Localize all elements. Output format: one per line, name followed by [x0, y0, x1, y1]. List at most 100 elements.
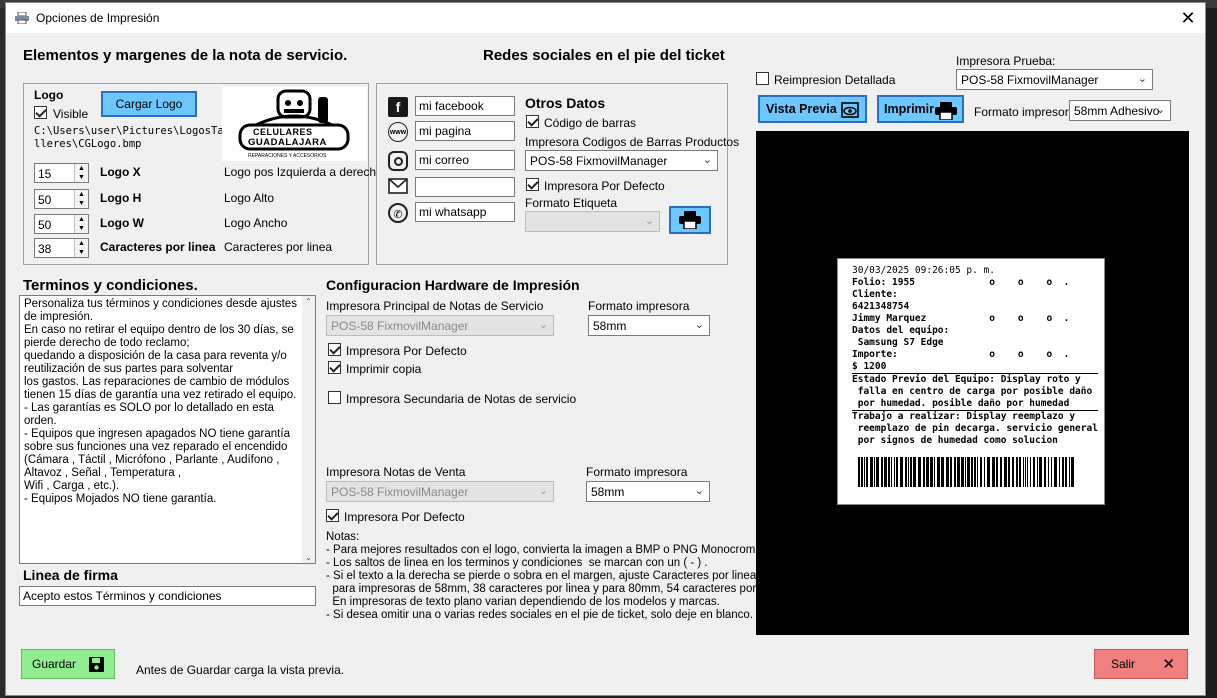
ticket-line: Cliente: — [852, 289, 898, 300]
preview-button[interactable]: Vista Previa — [758, 95, 867, 123]
save-button[interactable]: Guardar — [21, 649, 115, 679]
sales-default-checkbox[interactable] — [326, 509, 339, 522]
barcode-bar — [930, 457, 933, 487]
preview-button-label: Vista Previa — [766, 102, 837, 116]
signature-input[interactable]: Acepto estos Términos y condiciones — [19, 586, 316, 606]
barcode-bar — [954, 457, 956, 487]
barcode-bar — [910, 457, 912, 487]
barcode-bar — [861, 457, 863, 487]
test-printer-label: Impresora Prueba: — [956, 54, 1056, 68]
other-data-heading: Otros Datos — [525, 95, 606, 111]
barcode-bar — [1004, 457, 1007, 487]
ticket-line: 30/03/2025 09:26:05 p. m. — [852, 265, 995, 276]
barcode-bar — [1012, 457, 1014, 487]
logo-x-spinner[interactable]: 15 ▲ ▼ — [34, 163, 89, 183]
logo-x-label: Logo X — [100, 165, 141, 179]
barcode-bar — [913, 457, 916, 487]
exit-button[interactable]: Salir ✕ — [1094, 649, 1188, 679]
instagram-input[interactable]: mi correo — [415, 150, 515, 170]
notes-text: Notas: - Para mejores resultados con el … — [326, 531, 787, 621]
ticket-line: Trabajo a realizar: Display reemplazo y — [852, 410, 1098, 423]
barcode-bar — [980, 457, 982, 487]
title-bar: Opciones de Impresión ✕ — [6, 3, 1205, 33]
preview-format-select[interactable]: 58mm Adhesivo ⌄ — [1069, 100, 1171, 121]
logo-w-spinner[interactable]: 50 ▲ ▼ — [34, 214, 89, 234]
chevron-down-icon: ⌄ — [702, 154, 712, 166]
barcode-bar — [1030, 457, 1031, 487]
barcode-bar — [866, 457, 868, 487]
eye-icon — [841, 102, 859, 118]
barcode-bar — [1051, 457, 1052, 487]
terms-textarea[interactable]: Personaliza tus términos y condiciones d… — [19, 295, 316, 564]
sales-format-select[interactable]: 58mm ⌄ — [586, 481, 710, 502]
barcode-bar — [1025, 457, 1026, 487]
signature-heading: Linea de firma — [23, 567, 118, 583]
logo-text-line2: GUADALAJARA — [248, 137, 327, 148]
ticket-line: Estado Previo del Equipo: Display roto y — [852, 373, 1098, 386]
label-format-select[interactable]: ⌄ — [525, 211, 660, 232]
main-printer-select[interactable]: POS-58 FixmovilManager ⌄ — [326, 315, 554, 336]
ticket-line: Importe: o o o . — [852, 349, 1070, 360]
chevron-down-icon: ⌄ — [538, 485, 548, 497]
chars-per-line-hint: Caracteres por linea — [224, 240, 333, 254]
logo-visible-label: Visible — [53, 107, 89, 121]
test-printer-select[interactable]: POS-58 FixmovilManager ⌄ — [956, 69, 1153, 90]
barcode-printer-label: Impresora Codigos de Barras Productos — [525, 135, 740, 149]
barcode-bar — [864, 457, 865, 487]
barcode-label: Código de barras — [544, 116, 637, 130]
ticket-line: 6421348754 — [852, 301, 910, 312]
save-hint: Antes de Guardar carga la vista previa. — [136, 663, 345, 677]
logo-group: Logo Visible Cargar Logo C:\Users\user\P… — [23, 83, 383, 265]
terms-scrollbar[interactable]: ⌃ ⌄ — [302, 296, 315, 563]
detailed-reprint-checkbox[interactable] — [756, 72, 769, 85]
barcode-bar — [926, 457, 929, 487]
floppy-disk-icon — [89, 657, 104, 672]
barcode-bar — [874, 457, 875, 487]
logo-h-label: Logo H — [100, 191, 142, 205]
close-button[interactable]: ✕ — [1177, 7, 1199, 29]
logo-text-line3: REPARACIONES Y ACCESORIOS — [248, 153, 327, 159]
barcode-bar — [1016, 457, 1018, 487]
barcode-bar — [896, 457, 898, 487]
facebook-input[interactable]: mi facebook — [415, 96, 515, 116]
barcode-bar — [1044, 457, 1046, 487]
printer-icon — [679, 211, 701, 229]
barcode-bar — [1054, 457, 1057, 487]
email-input[interactable] — [415, 177, 515, 197]
logo-h-spinner[interactable]: 50 ▲ ▼ — [34, 189, 89, 209]
barcode-bar — [974, 457, 976, 487]
secondary-printer-label: Impresora Secundaria de Notas de servici… — [346, 392, 577, 406]
load-logo-button[interactable]: Cargar Logo — [101, 91, 197, 117]
logo-visible-checkbox[interactable] — [34, 106, 47, 119]
sales-default-label: Impresora Por Defecto — [344, 510, 465, 524]
save-button-label: Guardar — [32, 657, 77, 671]
barcode-bar — [1048, 457, 1049, 487]
main-format-select[interactable]: 58mm ⌄ — [588, 315, 710, 336]
barcode-bar — [946, 457, 949, 487]
print-copy-checkbox[interactable] — [328, 361, 341, 374]
chars-per-line-label: Caracteres por linea — [100, 240, 216, 254]
ticket-line: por humedad. posible daño por humedad — [852, 398, 1070, 409]
social-section-heading: Redes sociales en el pie del ticket — [483, 47, 725, 64]
barcode-bar — [987, 457, 990, 487]
barcode-bar — [961, 457, 964, 487]
print-label-button[interactable] — [669, 206, 711, 234]
label-format-label: Formato Etiqueta — [525, 196, 618, 210]
hardware-heading: Configuracion Hardware de Impresión — [326, 277, 580, 293]
chars-per-line-spinner[interactable]: 38 ▲ ▼ — [34, 238, 89, 258]
secondary-printer-checkbox[interactable] — [328, 391, 341, 404]
web-input[interactable]: mi pagina — [415, 121, 515, 141]
sales-printer-select[interactable]: POS-58 FixmovilManager ⌄ — [326, 481, 554, 502]
detailed-reprint-label: Reimpresion Detallada — [774, 73, 896, 87]
barcode-default-checkbox[interactable] — [526, 178, 539, 191]
barcode-bar — [934, 457, 935, 487]
printer-icon — [935, 102, 957, 120]
print-button[interactable]: Imprimir — [877, 95, 964, 123]
whatsapp-input[interactable]: mi whatsapp — [415, 202, 515, 222]
barcode-bar — [984, 457, 985, 487]
logo-image: CELULARES GUADALAJARA REPARACIONES Y ACC… — [222, 87, 367, 161]
barcode-printer-select[interactable]: POS-58 FixmovilManager ⌄ — [525, 150, 718, 171]
main-default-checkbox[interactable] — [328, 343, 341, 356]
barcode-checkbox[interactable] — [526, 115, 539, 128]
social-group: f mi facebook www mi pagina mi correo ✆ … — [376, 83, 739, 265]
